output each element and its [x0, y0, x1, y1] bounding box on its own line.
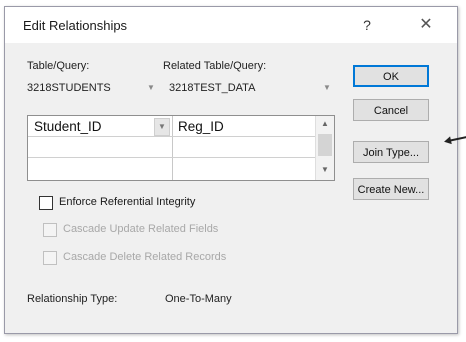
- help-button[interactable]: ?: [350, 13, 384, 37]
- grid-cell-related-field[interactable]: Reg_ID: [178, 119, 224, 134]
- row-divider: [28, 136, 316, 137]
- related-table-query-combo[interactable]: 3218TEST_DATA ▼: [169, 79, 333, 97]
- table-query-label: Table/Query:: [27, 60, 90, 72]
- cascade-delete-label: Cascade Delete Related Records: [63, 251, 227, 263]
- cancel-button[interactable]: Cancel: [353, 99, 429, 121]
- chevron-down-icon[interactable]: ▼: [145, 79, 157, 97]
- relationship-type-value: One-To-Many: [165, 293, 232, 305]
- column-divider: [172, 116, 173, 180]
- row-divider: [28, 157, 316, 158]
- table-query-value: 3218STUDENTS: [27, 82, 111, 94]
- scroll-up-icon[interactable]: ▲: [316, 116, 334, 132]
- table-query-combo[interactable]: 3218STUDENTS ▼: [27, 79, 157, 97]
- enforce-integrity-label[interactable]: Enforce Referential Integrity: [59, 196, 195, 208]
- enforce-integrity-checkbox[interactable]: [39, 196, 53, 210]
- field-mapping-grid: Student_ID ▼ Reg_ID ▲ ▼: [27, 115, 335, 181]
- edit-relationships-dialog: Edit Relationships ? ✕ Table/Query: Rela…: [4, 6, 458, 334]
- related-table-query-label: Related Table/Query:: [163, 60, 267, 72]
- field-dropdown-icon[interactable]: ▼: [154, 118, 170, 136]
- relationship-type-label: Relationship Type:: [27, 293, 118, 305]
- dialog-title: Edit Relationships: [23, 18, 128, 33]
- grid-scrollbar[interactable]: ▲ ▼: [315, 116, 334, 180]
- cascade-update-label: Cascade Update Related Fields: [63, 223, 219, 235]
- chevron-down-icon[interactable]: ▼: [321, 79, 333, 97]
- create-new-button[interactable]: Create New...: [353, 178, 429, 200]
- ok-button[interactable]: OK: [353, 65, 429, 87]
- callout-arrow-icon: [443, 136, 452, 146]
- join-type-button[interactable]: Join Type...: [353, 141, 429, 163]
- title-bar: Edit Relationships ? ✕: [5, 7, 457, 43]
- close-button[interactable]: ✕: [409, 13, 443, 37]
- related-table-query-value: 3218TEST_DATA: [169, 82, 256, 94]
- grid-cell-field[interactable]: Student_ID: [34, 119, 102, 134]
- cascade-delete-checkbox: [43, 251, 57, 265]
- scroll-thumb[interactable]: [318, 134, 332, 156]
- cascade-update-checkbox: [43, 223, 57, 237]
- scroll-down-icon[interactable]: ▼: [316, 162, 334, 178]
